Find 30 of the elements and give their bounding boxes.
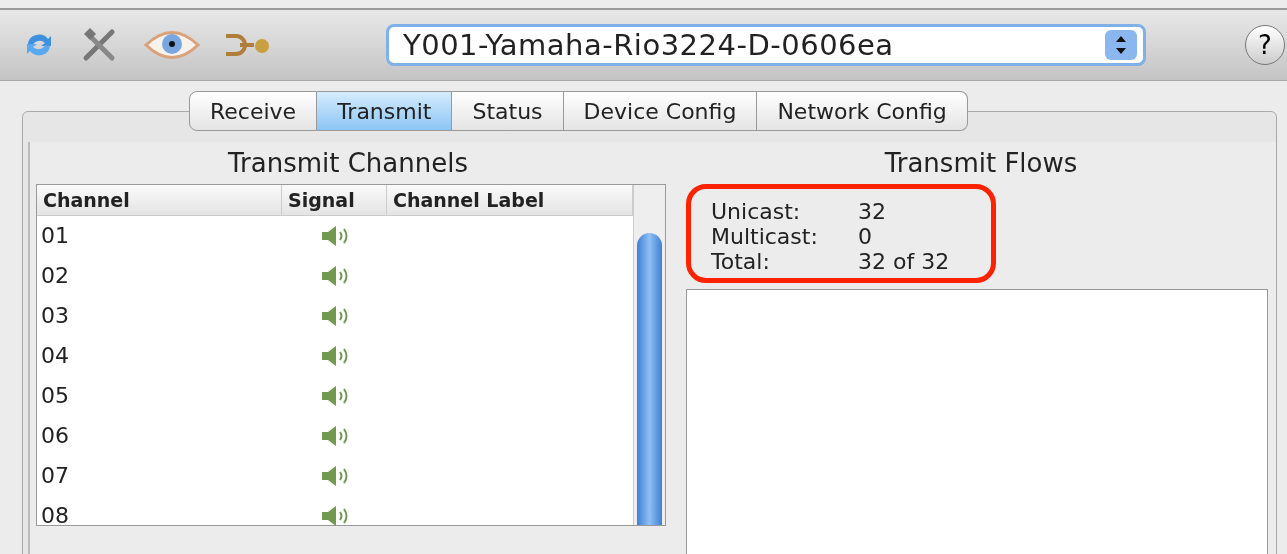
stat-value: 0 bbox=[858, 224, 872, 249]
table-cell-text: 08 bbox=[40, 502, 70, 530]
section-title: Transmit Channels bbox=[227, 147, 469, 180]
scrollbar[interactable] bbox=[633, 185, 665, 525]
scroll-thumb[interactable] bbox=[637, 233, 662, 525]
device-dropdown[interactable]: Y001-Yamaha-Rio3224-D-0606ea bbox=[386, 24, 1146, 66]
column-header[interactable]: Channel Label bbox=[387, 185, 633, 216]
stat-label: Multicast: bbox=[711, 224, 819, 249]
table-cell-text: 04 bbox=[40, 342, 70, 370]
table-cell-text: 05 bbox=[40, 382, 70, 410]
stat-value: 32 of 32 bbox=[858, 249, 950, 274]
table-cell-text: 06 bbox=[40, 422, 70, 450]
help-button[interactable]: ? bbox=[1245, 25, 1285, 65]
tab[interactable]: Device Config bbox=[563, 91, 758, 131]
stat-label: Total: bbox=[711, 249, 771, 274]
tab[interactable]: Network Config bbox=[757, 91, 968, 131]
stat-label: Unicast: bbox=[711, 199, 802, 224]
table-cell-text: 03 bbox=[40, 302, 70, 330]
eye-icon[interactable] bbox=[144, 28, 200, 62]
table-cell-text: 02 bbox=[40, 262, 70, 290]
column-header[interactable]: Channel bbox=[37, 185, 282, 216]
tab[interactable]: Status bbox=[452, 91, 564, 131]
stepper-icon bbox=[1105, 30, 1137, 60]
table-cell-text: 01 bbox=[40, 222, 70, 250]
table-cell-text: 07 bbox=[40, 462, 70, 490]
column-header[interactable]: Signal bbox=[282, 185, 387, 216]
stat-value: 32 bbox=[858, 199, 886, 224]
section-title: Transmit Flows bbox=[883, 147, 1079, 180]
tab[interactable]: Transmit bbox=[317, 91, 453, 131]
tab[interactable]: Receive bbox=[189, 91, 318, 131]
